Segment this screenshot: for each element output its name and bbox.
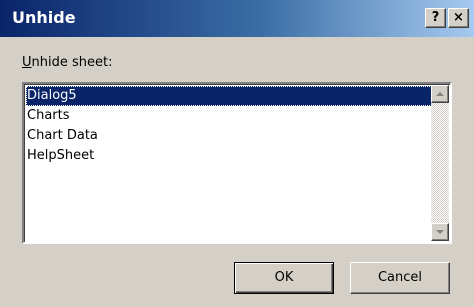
sheet-list: Dialog5 Charts Chart Data HelpSheet (26, 86, 444, 166)
sheet-list-item[interactable]: Charts (26, 106, 444, 126)
window-title: Unhide (12, 8, 76, 27)
scroll-up-arrow-icon (436, 92, 444, 96)
scroll-down-arrow-icon (436, 230, 444, 234)
title-bar[interactable]: Unhide ? × (0, 0, 474, 37)
sheet-list-item[interactable]: Chart Data (26, 126, 444, 146)
sheet-list-item[interactable]: Dialog5 (26, 86, 444, 106)
scroll-up-button[interactable] (431, 85, 449, 103)
close-button[interactable]: × (448, 8, 469, 28)
scroll-down-button[interactable] (431, 223, 449, 241)
unhide-dialog: Unhide ? × Unhide sheet: Dialog5 Charts Ch… (0, 0, 474, 307)
label-accelerator: U (22, 55, 32, 70)
cancel-button[interactable]: Cancel (350, 262, 450, 294)
close-icon: × (453, 10, 464, 25)
help-button[interactable]: ? (425, 8, 446, 28)
sheet-listbox[interactable]: Dialog5 Charts Chart Data HelpSheet (22, 82, 452, 244)
sheet-list-item[interactable]: HelpSheet (26, 146, 444, 166)
ok-button[interactable]: OK (234, 262, 334, 294)
vertical-scrollbar[interactable] (431, 85, 449, 241)
label-text: nhide sheet: (31, 55, 113, 70)
unhide-sheet-label: Unhide sheet: (22, 55, 112, 71)
help-icon: ? (431, 10, 440, 25)
